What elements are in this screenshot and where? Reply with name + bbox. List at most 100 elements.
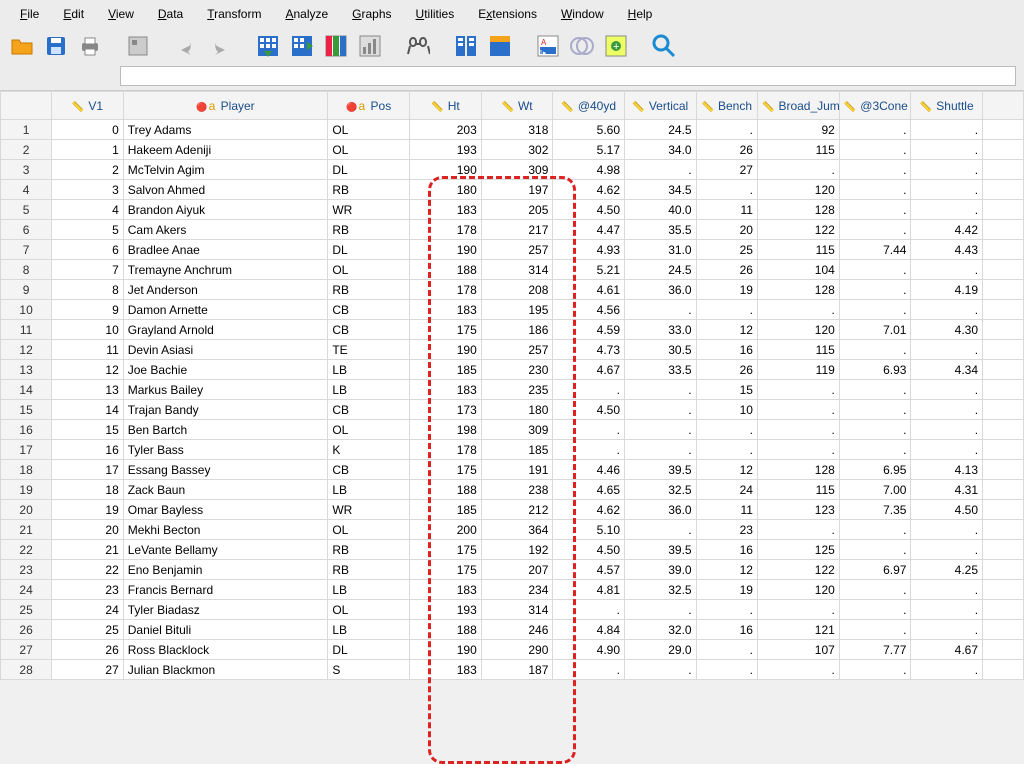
cell-3cone[interactable]: . <box>839 140 911 160</box>
cell-v1[interactable]: 16 <box>52 440 124 460</box>
cell-40yd[interactable]: . <box>553 420 625 440</box>
split-file-icon[interactable] <box>452 32 480 60</box>
cell-v1[interactable]: 8 <box>52 280 124 300</box>
cell-wt[interactable]: 185 <box>481 440 553 460</box>
cell-empty[interactable] <box>983 360 1024 380</box>
cell-3cone[interactable]: 7.77 <box>839 640 911 660</box>
goto-variable-icon[interactable] <box>288 32 316 60</box>
select-cases-icon[interactable]: A1▸ <box>534 32 562 60</box>
cell-40yd[interactable]: 4.50 <box>553 200 625 220</box>
cell-bench[interactable]: 16 <box>696 620 757 640</box>
table-row[interactable]: 1615Ben BartchOL198309...... <box>1 420 1024 440</box>
cell-wt[interactable]: 257 <box>481 240 553 260</box>
cell-bench[interactable]: 25 <box>696 240 757 260</box>
column-header-40yd[interactable]: @40yd <box>553 92 625 120</box>
row-number[interactable]: 6 <box>1 220 52 240</box>
cell-v1[interactable]: 24 <box>52 600 124 620</box>
cell-broad-jump[interactable]: 120 <box>757 320 839 340</box>
table-row[interactable]: 2221LeVante BellamyRB1751924.5039.516125… <box>1 540 1024 560</box>
cell-vertical[interactable]: . <box>625 660 697 680</box>
cell-wt[interactable]: 314 <box>481 600 553 620</box>
cell-pos[interactable]: LB <box>328 360 410 380</box>
row-number[interactable]: 25 <box>1 600 52 620</box>
cell-v1[interactable]: 5 <box>52 220 124 240</box>
cell-v1[interactable]: 21 <box>52 540 124 560</box>
cell-broad-jump[interactable]: . <box>757 600 839 620</box>
row-number[interactable]: 26 <box>1 620 52 640</box>
row-number[interactable]: 19 <box>1 480 52 500</box>
cell-player[interactable]: Tremayne Anchrum <box>123 260 328 280</box>
cell-player[interactable]: LeVante Bellamy <box>123 540 328 560</box>
row-number[interactable]: 9 <box>1 280 52 300</box>
cell-ht[interactable]: 198 <box>410 420 482 440</box>
cell-broad-jump[interactable]: 115 <box>757 480 839 500</box>
cell-wt[interactable]: 314 <box>481 260 553 280</box>
cell-v1[interactable]: 23 <box>52 580 124 600</box>
row-number[interactable]: 28 <box>1 660 52 680</box>
print-icon[interactable] <box>76 32 104 60</box>
table-row[interactable]: 2120Mekhi BectonOL2003645.10.23... <box>1 520 1024 540</box>
cell-v1[interactable]: 13 <box>52 380 124 400</box>
cell-bench[interactable]: 24 <box>696 480 757 500</box>
cell-3cone[interactable]: . <box>839 400 911 420</box>
cell-shuttle[interactable]: . <box>911 400 983 420</box>
cell-wt[interactable]: 309 <box>481 160 553 180</box>
cell-pos[interactable]: LB <box>328 380 410 400</box>
cell-pos[interactable]: OL <box>328 420 410 440</box>
cell-v1[interactable]: 6 <box>52 240 124 260</box>
cell-3cone[interactable]: 7.35 <box>839 500 911 520</box>
row-number[interactable]: 13 <box>1 360 52 380</box>
cell-broad-jump[interactable]: 128 <box>757 280 839 300</box>
cell-wt[interactable]: 238 <box>481 480 553 500</box>
cell-40yd[interactable]: 4.65 <box>553 480 625 500</box>
cell-v1[interactable]: 2 <box>52 160 124 180</box>
cell-ht[interactable]: 178 <box>410 280 482 300</box>
recall-dialog-icon[interactable] <box>124 32 152 60</box>
cell-player[interactable]: Hakeem Adeniji <box>123 140 328 160</box>
cell-pos[interactable]: LB <box>328 620 410 640</box>
column-header-broad-jump[interactable]: Broad_Jump <box>757 92 839 120</box>
cell-empty[interactable] <box>983 180 1024 200</box>
cell-3cone[interactable]: . <box>839 420 911 440</box>
cell-vertical[interactable]: . <box>625 300 697 320</box>
cell-shuttle[interactable]: 4.13 <box>911 460 983 480</box>
cell-broad-jump[interactable]: . <box>757 160 839 180</box>
cell-wt[interactable]: 205 <box>481 200 553 220</box>
cell-player[interactable]: Trajan Bandy <box>123 400 328 420</box>
cell-wt[interactable]: 364 <box>481 520 553 540</box>
cell-40yd[interactable]: 4.73 <box>553 340 625 360</box>
cell-bench[interactable]: 11 <box>696 200 757 220</box>
column-header-bench[interactable]: Bench <box>696 92 757 120</box>
cell-player[interactable]: Francis Bernard <box>123 580 328 600</box>
cell-bench[interactable]: 16 <box>696 340 757 360</box>
cell-3cone[interactable]: . <box>839 280 911 300</box>
cell-player[interactable]: Ben Bartch <box>123 420 328 440</box>
redo-icon[interactable] <box>206 32 234 60</box>
cell-v1[interactable]: 18 <box>52 480 124 500</box>
cell-ht[interactable]: 173 <box>410 400 482 420</box>
cell-3cone[interactable]: 7.01 <box>839 320 911 340</box>
cell-broad-jump[interactable]: 120 <box>757 580 839 600</box>
cell-player[interactable]: Trey Adams <box>123 120 328 140</box>
cell-shuttle[interactable]: . <box>911 200 983 220</box>
table-row[interactable]: 2524Tyler BiadaszOL193314...... <box>1 600 1024 620</box>
cell-shuttle[interactable]: . <box>911 260 983 280</box>
cell-3cone[interactable]: . <box>839 600 911 620</box>
table-row[interactable]: 2019Omar BaylessWR1852124.6236.0111237.3… <box>1 500 1024 520</box>
cell-v1[interactable]: 17 <box>52 460 124 480</box>
cell-wt[interactable]: 246 <box>481 620 553 640</box>
cell-vertical[interactable]: 32.5 <box>625 580 697 600</box>
menu-window[interactable]: Window <box>549 4 616 24</box>
cell-player[interactable]: Essang Bassey <box>123 460 328 480</box>
cell-3cone[interactable]: . <box>839 440 911 460</box>
cell-bench[interactable]: . <box>696 440 757 460</box>
table-row[interactable]: 2827Julian BlackmonS183187...... <box>1 660 1024 680</box>
cell-shuttle[interactable]: . <box>911 620 983 640</box>
cell-empty[interactable] <box>983 540 1024 560</box>
cell-ht[interactable]: 188 <box>410 480 482 500</box>
cell-ht[interactable]: 178 <box>410 440 482 460</box>
cell-pos[interactable]: S <box>328 660 410 680</box>
cell-3cone[interactable]: . <box>839 160 911 180</box>
cell-ht[interactable]: 175 <box>410 560 482 580</box>
cell-wt[interactable]: 187 <box>481 660 553 680</box>
